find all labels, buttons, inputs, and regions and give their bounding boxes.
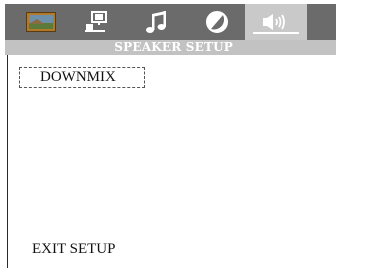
tab-picture[interactable]: [21, 4, 61, 40]
music-note-icon: [145, 9, 169, 35]
exit-setup-button[interactable]: EXIT SETUP: [32, 239, 115, 259]
active-tab-indicator: [253, 32, 299, 34]
tab-bar: [5, 4, 336, 40]
picture-icon: [26, 12, 56, 32]
page-title: SPEAKER SETUP: [114, 40, 233, 54]
menu-border: [7, 55, 8, 268]
page-header: SPEAKER SETUP: [5, 40, 336, 55]
contrast-icon: [205, 10, 229, 34]
tab-video[interactable]: [197, 4, 237, 40]
menu-item-downmix[interactable]: DOWNMIX: [19, 67, 145, 88]
tab-display[interactable]: [77, 4, 117, 40]
tab-speaker[interactable]: [245, 4, 307, 40]
speaker-icon: [262, 14, 290, 30]
display-setup-icon: [84, 11, 110, 33]
tab-audio[interactable]: [137, 4, 177, 40]
